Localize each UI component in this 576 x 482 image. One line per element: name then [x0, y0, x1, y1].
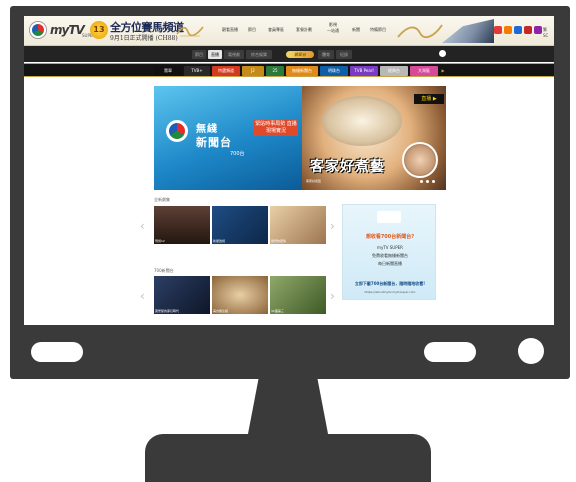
monitor-button-left[interactable]	[31, 342, 83, 362]
channel-tab[interactable]: 25	[266, 66, 284, 76]
thumb-caption: 萬聖節的夢幻時代	[155, 309, 180, 313]
toolbar: 節目 直播 電視劇 綜合娛樂 翡翠台 體育 紀錄	[24, 46, 554, 62]
rss-icon[interactable]	[504, 26, 512, 34]
programme-thumb[interactable]: 32國第三	[270, 276, 326, 314]
power-button-icon[interactable]	[518, 338, 544, 364]
live-button[interactable]: 直播 ▶	[414, 94, 444, 104]
host-avatar	[402, 142, 438, 178]
monitor-neck	[247, 379, 329, 439]
channel-tab[interactable]: 特選頻道	[212, 66, 240, 76]
ad-text: 免費收看無綫新聞台	[372, 253, 408, 258]
soup-bowl-image	[322, 96, 402, 146]
carousel-dot[interactable]	[432, 180, 435, 183]
programme-thumb[interactable]: 萬聖節的夢幻時代	[154, 276, 210, 314]
nav-live[interactable]: 觀看直播	[222, 27, 238, 33]
section-title: 全新劇集	[154, 197, 170, 202]
chevron-right-icon[interactable]: ▶	[440, 66, 446, 76]
channel-tab[interactable]: J2	[242, 66, 264, 76]
hero-caption: 客家好煮藝	[306, 179, 322, 183]
anniversary-badge: 13	[90, 21, 108, 39]
nav-specials[interactable]: 特備節目	[370, 27, 386, 33]
ad-url[interactable]: https://aboutmytv.mytvsuper.com	[347, 290, 433, 294]
channel-number: 700台	[230, 151, 245, 157]
channel-tab[interactable]: 無綫新聞台	[286, 66, 318, 76]
language-toggle[interactable]: 繁SC	[543, 27, 550, 38]
instagram-icon[interactable]	[534, 26, 542, 34]
site-header: myTV SUPER 13 全方位賽馬頻道 9月1日正式開播 (CH88) 觀看…	[24, 16, 554, 46]
channel-tab[interactable]: 大灣區	[410, 66, 438, 76]
toolbar-tab-active[interactable]: 直播	[208, 50, 222, 59]
programme-thumb[interactable]: 刑偵12	[154, 206, 210, 244]
nav-one-stop[interactable]: 影視 一站通	[326, 22, 340, 34]
hero-title: 新聞台	[196, 136, 232, 149]
promo-subline: 9月1日正式開播 (CH88)	[110, 35, 178, 42]
ad-text: 每日新聞直播	[378, 261, 402, 266]
news-channel-panel[interactable]: 無綫 新聞台 700台 緊貼時事局勢 直播現場實況	[154, 86, 302, 190]
programme-thumb[interactable]: 美食關注組	[212, 276, 268, 314]
hero-banner[interactable]: 無綫 新聞台 700台 緊貼時事局勢 直播現場實況 直播 ▶ 客家好煮藝 客家好…	[154, 86, 446, 190]
toolbar-tab[interactable]: 綜合娛樂	[246, 50, 272, 59]
toolbar-tab[interactable]: 電視劇	[224, 50, 244, 59]
monitor-base	[145, 434, 431, 482]
thumb-caption: 我們的愛情	[271, 239, 287, 243]
chevron-left-icon[interactable]: ‹	[140, 220, 145, 232]
ad-cta[interactable]: 立即下載700台新聞台，隨時隨地收看!	[347, 281, 433, 287]
side-advert[interactable]: 想收看700台新聞台? myTV SUPER 免費收看無綫新聞台 每日新聞直播 …	[342, 204, 436, 300]
chevron-right-icon[interactable]: ›	[330, 220, 335, 232]
programme-thumb[interactable]: 新聞透視	[212, 206, 268, 244]
show-title-calligraphy: 客家好煮藝	[310, 159, 385, 175]
channel-tab[interactable]: TVB+	[184, 66, 210, 76]
tvb-logo[interactable]	[30, 22, 46, 38]
search-icon[interactable]	[439, 50, 446, 57]
channel-tab[interactable]: 明珠台	[320, 66, 348, 76]
monitor-screen: myTV SUPER 13 全方位賽馬頻道 9月1日正式開播 (CH88) 觀看…	[24, 16, 554, 325]
toolbar-tab[interactable]: 體育	[318, 50, 334, 59]
channel-strip: 翡翠 TVB+ 特選頻道 J2 25 無綫新聞台 明珠台 TVB Pearl 經典台 大灣區 ▶	[24, 63, 554, 77]
nav-members[interactable]: 會員專區	[268, 27, 284, 33]
gold-signature-icon	[176, 26, 204, 37]
facebook-icon[interactable]	[514, 26, 522, 34]
channel-pill[interactable]: 翡翠台	[286, 51, 314, 58]
thumb-caption: 新聞透視	[213, 239, 226, 243]
thumb-caption: 刑偵12	[155, 239, 165, 243]
gold-signature-icon	[397, 24, 443, 39]
programme-thumb[interactable]: 我們的愛情	[270, 206, 326, 244]
tvb-logo	[166, 120, 188, 142]
nav-news[interactable]: 新聞	[352, 27, 360, 33]
social-links: 繁SC	[494, 26, 550, 38]
channel-tab[interactable]: TVB Pearl	[350, 66, 378, 76]
toolbar-tab[interactable]: 紀錄	[336, 50, 352, 59]
thumb-caption: 32國第三	[271, 309, 284, 313]
chevron-right-icon[interactable]: ›	[330, 290, 335, 302]
food-show-panel[interactable]: 直播 ▶ 客家好煮藝 客家好煮藝	[302, 86, 446, 190]
toolbar-tab[interactable]: 節目	[192, 50, 206, 59]
youtube-icon[interactable]	[524, 26, 532, 34]
weibo-icon[interactable]	[494, 26, 502, 34]
ad-headline: 想收看700台新聞台?	[365, 234, 415, 240]
ad-text: myTV SUPER	[377, 245, 403, 250]
carousel-dot[interactable]	[420, 180, 423, 183]
hero-title: 無綫	[196, 124, 218, 135]
nav-plans[interactable]: 套餐計劃	[296, 27, 312, 33]
monitor-button-right[interactable]	[424, 342, 476, 362]
horse-racing-art	[442, 19, 494, 43]
nav-programmes[interactable]: 節目	[248, 27, 256, 33]
hero-tagline: 緊貼時事局勢 直播現場實況	[254, 120, 298, 136]
brand-name[interactable]: myTV	[50, 23, 85, 37]
carousel-dot[interactable]	[426, 180, 429, 183]
channel-tab[interactable]: 翡翠	[154, 66, 182, 76]
section-title: 700新聞台	[154, 268, 174, 273]
mytv-logo	[377, 211, 401, 223]
thumb-caption: 美食關注組	[213, 309, 229, 313]
channel-tab[interactable]: 經典台	[380, 66, 408, 76]
chevron-left-icon[interactable]: ‹	[140, 290, 145, 302]
